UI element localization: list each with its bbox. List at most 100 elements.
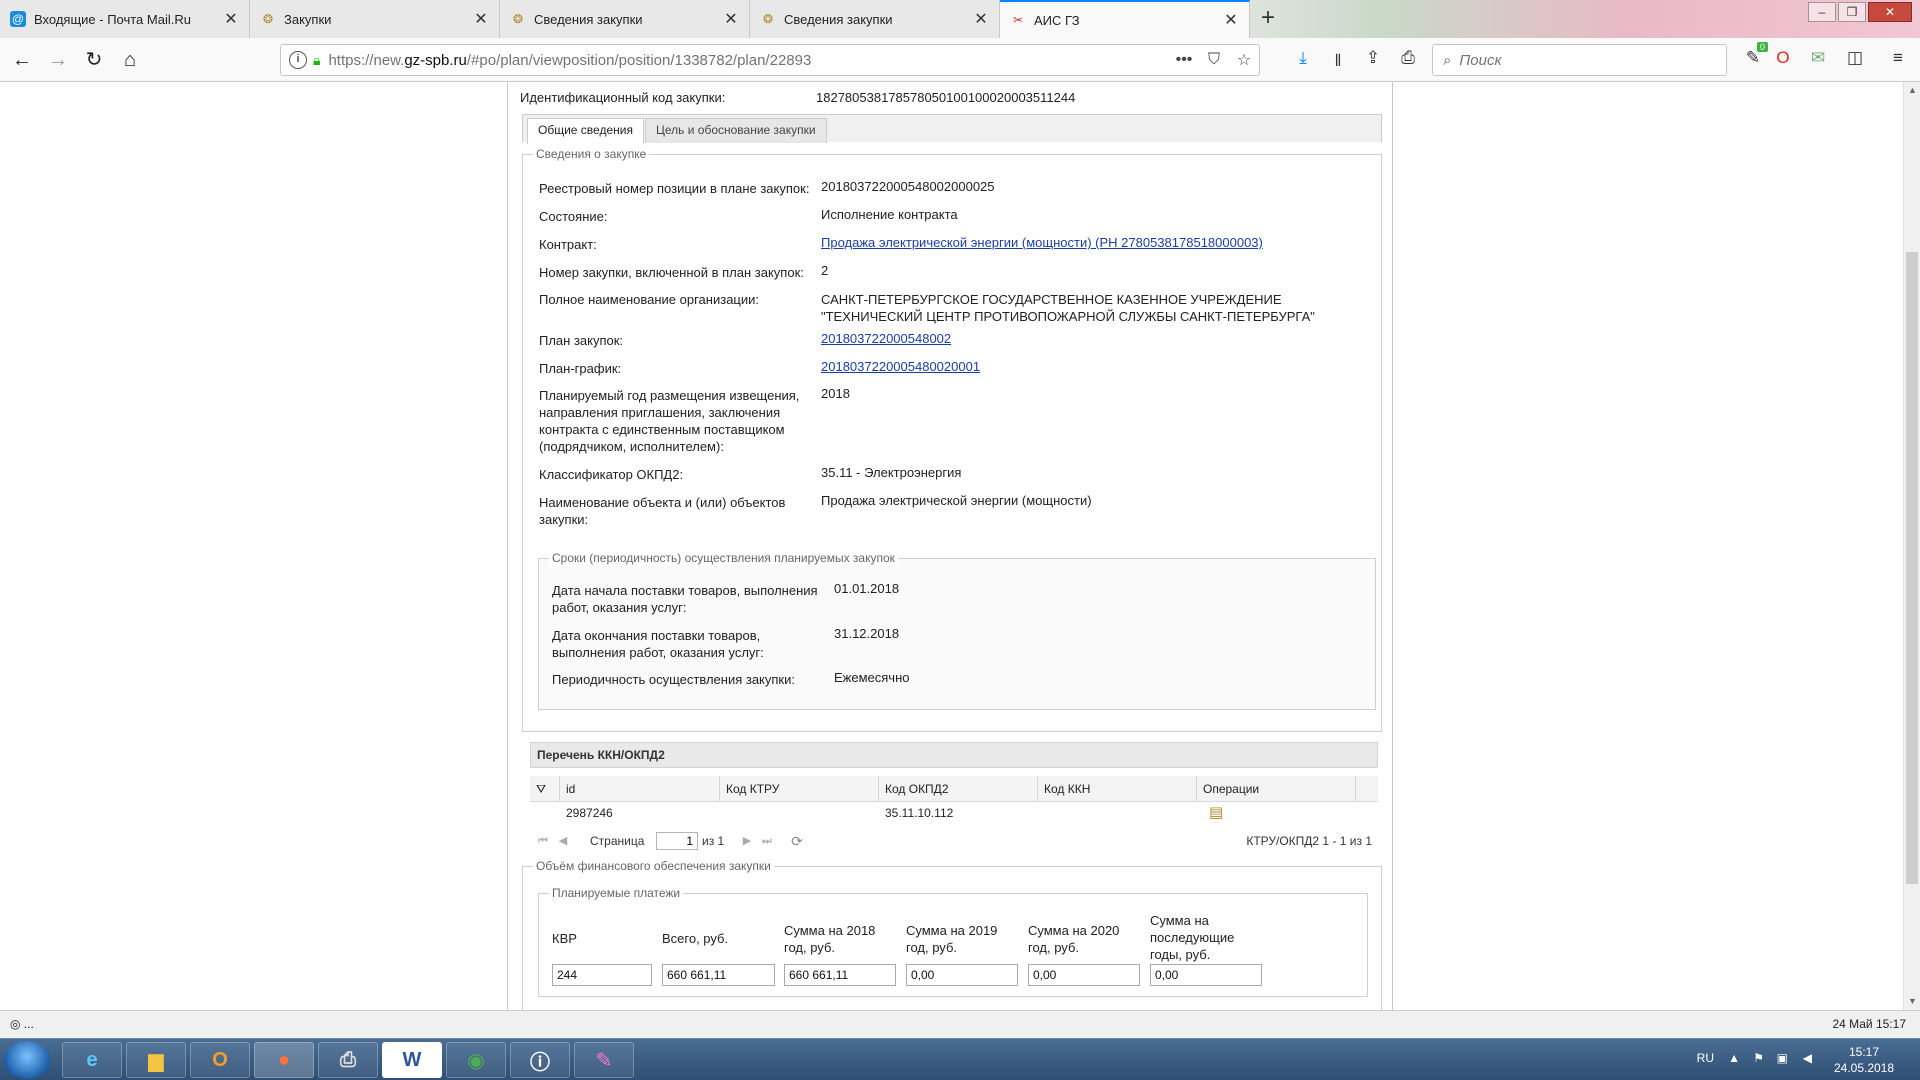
header-sum-2018: Сумма на 2018 год, руб. bbox=[784, 923, 876, 955]
field-value: 35.11 - Электроэнергия bbox=[821, 465, 962, 480]
url-bar[interactable]: i 🔒︎ https://new.gz-spb.ru/#po/plan/view… bbox=[280, 44, 1260, 76]
field-label: Планируемый год размещения извещения, на… bbox=[539, 388, 800, 454]
plan-link[interactable]: 201803722000548002 bbox=[821, 330, 1381, 347]
bookmark-star-icon[interactable]: ☆ bbox=[1229, 50, 1259, 70]
field-label: Номер закупки, включенной в план закупок… bbox=[539, 265, 804, 280]
field-label: Классификатор ОКПД2: bbox=[539, 467, 684, 482]
scroll-document-icon[interactable]: ▤ bbox=[1203, 802, 1243, 824]
pocket-icon[interactable]: ⛉ bbox=[1199, 51, 1229, 69]
lock-icon[interactable]: 🔒︎ bbox=[313, 52, 320, 69]
chrome-icon[interactable]: ◉ bbox=[446, 1042, 506, 1078]
folder-icon[interactable]: ▆ bbox=[126, 1042, 186, 1078]
close-icon[interactable]: ✕ bbox=[223, 9, 239, 29]
download-icon[interactable]: ⤓ bbox=[1290, 48, 1316, 72]
field-label: Дата окончания поставки товаров, выполне… bbox=[552, 628, 764, 660]
close-icon[interactable]: ✕ bbox=[473, 9, 489, 29]
tab-general-info[interactable]: Общие сведения bbox=[527, 118, 644, 144]
schedule-link[interactable]: 201803722000548002000​1 bbox=[821, 358, 1381, 375]
col-operations[interactable]: Операции bbox=[1197, 776, 1356, 802]
sum-2019-input[interactable] bbox=[906, 964, 1018, 986]
browser-tab-mail[interactable]: @ Входящие - Почта Mail.Ru ✕ bbox=[0, 0, 250, 38]
grid-filter-icon[interactable]: ⛛ bbox=[530, 776, 560, 802]
browser-tab-bar: @ Входящие - Почта Mail.Ru ✕ ❂ Закупки ✕… bbox=[0, 0, 1920, 38]
kvr-input[interactable] bbox=[552, 964, 652, 986]
col-kkn[interactable]: Код ККН bbox=[1038, 776, 1197, 802]
info-app-icon[interactable]: ⓘ bbox=[510, 1042, 570, 1078]
scroll-thumb[interactable] bbox=[1906, 252, 1918, 884]
page-number-input[interactable] bbox=[656, 832, 698, 850]
library-icon[interactable]: 𝍪 bbox=[1325, 48, 1351, 72]
close-icon[interactable]: ✕ bbox=[973, 9, 989, 29]
browser-tab-svedeniya-1[interactable]: ❂ Сведения закупки ✕ bbox=[500, 0, 750, 38]
outlook-icon[interactable]: O bbox=[190, 1042, 250, 1078]
scroll-down-icon[interactable]: ▼ bbox=[1904, 993, 1920, 1010]
tab-title: Закупки bbox=[284, 11, 332, 27]
addon-icon[interactable]: ✎ 0 bbox=[1740, 42, 1768, 72]
browser-tab-zakupki[interactable]: ❂ Закупки ✕ bbox=[250, 0, 500, 38]
printer-icon[interactable]: ⎙ bbox=[318, 1042, 378, 1078]
new-tab-button[interactable]: + bbox=[1253, 4, 1283, 34]
url-text[interactable]: https://new.gz-spb.ru/#po/plan/viewposit… bbox=[328, 52, 1169, 69]
search-icon: ⌕ bbox=[1443, 51, 1452, 69]
info-icon[interactable]: i bbox=[289, 51, 307, 69]
browser-tab-ais-gz[interactable]: ✂ АИС ГЗ ✕ bbox=[1000, 0, 1250, 38]
contract-link[interactable]: Продажа электрической энергии (мощности)… bbox=[821, 234, 1381, 251]
firefox-icon[interactable]: ● bbox=[254, 1042, 314, 1078]
reload-button[interactable]: ↻ bbox=[80, 46, 108, 74]
search-input[interactable] bbox=[1459, 51, 1700, 69]
col-id[interactable]: id bbox=[560, 776, 720, 802]
tab-title: Сведения закупки bbox=[784, 11, 893, 27]
page-of-label: из 1 bbox=[702, 834, 725, 848]
language-indicator[interactable]: RU bbox=[1697, 1051, 1714, 1065]
page-actions-icon[interactable]: ••• bbox=[1169, 51, 1199, 69]
minimize-button[interactable]: – bbox=[1808, 2, 1836, 22]
last-page-icon[interactable]: ⏭ bbox=[758, 828, 776, 854]
col-ktru[interactable]: Код КТРУ bbox=[720, 776, 879, 802]
restore-button[interactable]: ❐ bbox=[1838, 2, 1866, 22]
tab-purpose-justification[interactable]: Цель и обоснование закупки bbox=[645, 118, 827, 143]
back-button[interactable]: ← bbox=[8, 46, 36, 74]
prev-page-icon[interactable]: ◀ bbox=[554, 828, 572, 854]
flag-icon[interactable]: ⚑ bbox=[1753, 1051, 1764, 1065]
home-button[interactable]: ⌂ bbox=[116, 46, 144, 74]
first-page-icon[interactable]: ⏮ bbox=[534, 828, 552, 854]
browser-toolbar: ← → ↻ ⌂ i 🔒︎ https://new.gz-spb.ru/#po/p… bbox=[0, 38, 1920, 82]
volume-icon[interactable]: ◀ bbox=[1803, 1051, 1812, 1065]
clock[interactable]: 15:17 24.05.2018 bbox=[1824, 1044, 1904, 1076]
internet-explorer-icon[interactable]: e bbox=[62, 1042, 122, 1078]
field-value: Исполнение контракта bbox=[821, 207, 958, 222]
tray-arrow-icon[interactable]: ▲ bbox=[1728, 1051, 1740, 1065]
search-box[interactable]: ⌕ bbox=[1432, 44, 1727, 76]
menu-icon[interactable]: ≡ bbox=[1885, 48, 1911, 72]
status-right: 24 Май 15:17 bbox=[1832, 1017, 1906, 1031]
refresh-icon[interactable]: ⟳ bbox=[788, 828, 806, 854]
section-tabs: Общие сведения Цель и обоснование закупк… bbox=[522, 114, 1382, 144]
total-input[interactable] bbox=[662, 964, 775, 986]
forward-button[interactable]: → bbox=[44, 46, 72, 74]
sum-2020-input[interactable] bbox=[1028, 964, 1140, 986]
page-scrollbar[interactable]: ▲ ▼ bbox=[1903, 82, 1920, 1010]
mail-extension-icon[interactable]: ✉ bbox=[1805, 48, 1831, 72]
field-label: Контракт: bbox=[539, 237, 597, 252]
sum-2018-input[interactable] bbox=[784, 964, 896, 986]
network-icon[interactable]: ▣ bbox=[1777, 1051, 1788, 1065]
window-close-button[interactable]: ✕ bbox=[1868, 2, 1912, 22]
col-okpd2[interactable]: Код ОКПД2 bbox=[879, 776, 1038, 802]
print-icon[interactable]: ⎙ bbox=[1395, 48, 1421, 72]
browser-tab-svedeniya-2[interactable]: ❂ Сведения закупки ✕ bbox=[750, 0, 1000, 38]
opera-icon[interactable]: O bbox=[1770, 48, 1796, 72]
field-value: 2 bbox=[821, 263, 829, 278]
screenshot-icon[interactable]: ⇪ bbox=[1360, 48, 1386, 72]
next-page-icon[interactable]: ▶ bbox=[738, 828, 756, 854]
close-icon[interactable]: ✕ bbox=[1223, 10, 1239, 30]
sum-later-input[interactable] bbox=[1150, 964, 1262, 986]
page-viewport: Идентификационный код закупки: 182780538… bbox=[0, 82, 1920, 1010]
page-label: Страница bbox=[590, 834, 645, 848]
close-icon[interactable]: ✕ bbox=[723, 9, 739, 29]
sidebar-icon[interactable]: ◫ bbox=[1842, 48, 1868, 72]
start-button[interactable] bbox=[4, 1041, 50, 1079]
word-icon[interactable]: W bbox=[382, 1042, 442, 1078]
clock-date: 24.05.2018 bbox=[1833, 1061, 1895, 1075]
paint-icon[interactable]: ✎ bbox=[574, 1042, 634, 1078]
scroll-up-icon[interactable]: ▲ bbox=[1904, 82, 1920, 99]
